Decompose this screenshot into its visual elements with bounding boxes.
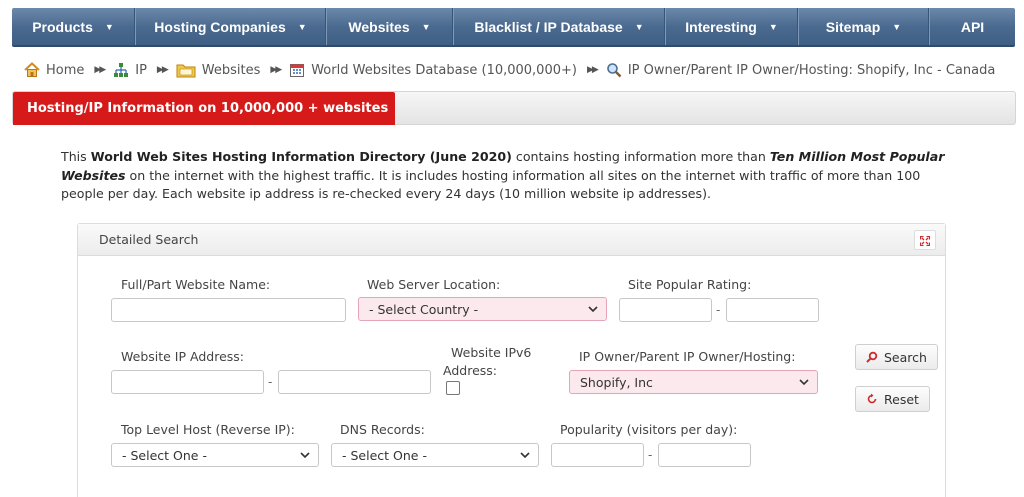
detailed-search-header: Detailed Search (78, 224, 945, 256)
breadcrumb-current: IP Owner/Parent IP Owner/Hosting: Shopif… (606, 62, 996, 78)
chevron-down-icon (588, 306, 598, 313)
website-name-label: Full/Part Website Name: (121, 277, 271, 292)
search-button-label: Search (884, 349, 927, 365)
range-dash: - (268, 375, 273, 389)
main-navigation: Products ▼ Hosting Companies ▼ Websites ▼ Blac… (12, 8, 1015, 47)
breadcrumb-separator: ▶▶ (586, 65, 599, 75)
nav-item-label: Websites (348, 18, 410, 35)
expand-panel-button[interactable] (914, 230, 936, 250)
breadcrumb-separator: ▶▶ (94, 65, 106, 75)
panel-title: Detailed Search (99, 232, 199, 247)
expand-icon (919, 231, 931, 250)
caret-down-icon: ▼ (297, 21, 307, 32)
chevron-down-icon (520, 452, 530, 459)
nav-item-sitemap[interactable]: Sitemap ▼ (798, 8, 929, 45)
ipv6-label-line2: Address: (443, 363, 497, 378)
range-dash: - (648, 448, 653, 462)
popular-rating-label: Site Popular Rating: (628, 277, 752, 292)
dns-records-select[interactable]: - Select One - (331, 443, 539, 467)
nav-item-label: Products (32, 18, 93, 35)
popularity-to-input[interactable] (658, 443, 751, 467)
nav-item-label: Interesting (685, 18, 757, 35)
server-location-value: - Select Country - (369, 301, 479, 317)
reset-icon (866, 393, 878, 405)
popularity-label: Popularity (visitors per day): (560, 422, 738, 437)
calendar-icon (289, 62, 305, 78)
caret-down-icon: ▼ (768, 21, 778, 32)
breadcrumb: Home ▶▶ IP ▶▶ Websites ▶▶ World Websites… (24, 60, 995, 80)
breadcrumb-home-label: Home (46, 62, 85, 78)
nav-item-label: Hosting Companies (154, 18, 286, 35)
top-level-host-select[interactable]: - Select One - (111, 443, 319, 467)
breadcrumb-websites[interactable]: Websites (176, 62, 261, 78)
website-name-input[interactable] (111, 298, 346, 322)
tab-bar: Hosting/IP Information on 10,000,000 + w… (12, 91, 1016, 125)
reset-button-label: Reset (884, 391, 919, 407)
popularity-from-input[interactable] (551, 443, 644, 467)
home-icon (24, 62, 40, 78)
ip-from-input[interactable] (111, 370, 264, 394)
breadcrumb-websites-label: Websites (201, 62, 261, 78)
breadcrumb-database-label: World Websites Database (10,000,000+) (311, 62, 577, 78)
ip-to-input[interactable] (278, 370, 431, 394)
breadcrumb-current-label: IP Owner/Parent IP Owner/Hosting: Shopif… (627, 62, 996, 78)
nav-item-label: Blacklist / IP Database (474, 18, 623, 35)
magnifier-icon (606, 62, 622, 78)
dns-records-value: - Select One - (342, 447, 427, 463)
intro-part: This (61, 149, 91, 164)
nav-item-blacklist-ip-database[interactable]: Blacklist / IP Database ▼ (453, 8, 665, 45)
search-icon (866, 351, 878, 363)
dns-records-label: DNS Records: (340, 422, 425, 437)
ip-owner-label: IP Owner/Parent IP Owner/Hosting: (579, 349, 796, 364)
intro-text: This World Web Sites Hosting Information… (61, 148, 956, 204)
breadcrumb-database[interactable]: World Websites Database (10,000,000+) (289, 62, 577, 78)
range-dash: - (716, 303, 721, 317)
network-icon (113, 62, 129, 78)
top-level-host-value: - Select One - (122, 447, 207, 463)
chevron-down-icon (300, 452, 310, 459)
ip-owner-select[interactable]: Shopify, Inc (569, 370, 818, 394)
caret-down-icon: ▼ (421, 21, 431, 32)
ipv6-label: Website IPv6 (451, 345, 532, 360)
breadcrumb-home[interactable]: Home (24, 62, 84, 78)
tab-hosting-information[interactable]: Hosting/IP Information on 10,000,000 + w… (13, 92, 395, 125)
breadcrumb-separator: ▶▶ (156, 65, 169, 75)
nav-item-interesting[interactable]: Interesting ▼ (665, 8, 798, 45)
popular-rating-from-input[interactable] (619, 298, 712, 322)
top-level-host-label: Top Level Host (Reverse IP): (121, 422, 295, 437)
popular-rating-to-input[interactable] (726, 298, 819, 322)
chevron-down-icon (799, 379, 809, 386)
breadcrumb-separator: ▶▶ (270, 65, 282, 75)
server-location-label: Web Server Location: (367, 277, 501, 292)
caret-down-icon: ▼ (892, 21, 902, 32)
caret-down-icon: ▼ (634, 21, 644, 32)
folder-icon (176, 62, 196, 78)
caret-down-icon: ▼ (104, 21, 114, 32)
search-button[interactable]: Search (855, 344, 938, 370)
server-location-select[interactable]: - Select Country - (358, 297, 607, 321)
breadcrumb-ip-label: IP (135, 62, 147, 78)
intro-part: on the internet with the highest traffic… (61, 167, 921, 202)
ip-owner-value: Shopify, Inc (580, 374, 653, 390)
nav-item-products[interactable]: Products ▼ (12, 8, 135, 45)
reset-button[interactable]: Reset (855, 386, 930, 412)
nav-item-hosting-companies[interactable]: Hosting Companies ▼ (135, 8, 326, 45)
nav-item-websites[interactable]: Websites ▼ (326, 8, 453, 45)
directory-title: World Web Sites Hosting Information Dire… (90, 149, 512, 164)
nav-item-label: API (960, 18, 985, 35)
breadcrumb-ip[interactable]: IP (113, 62, 147, 78)
ipv6-checkbox[interactable] (446, 381, 460, 395)
ip-address-label: Website IP Address: (121, 349, 244, 364)
nav-item-label: Sitemap (825, 18, 881, 35)
nav-item-api[interactable]: API (929, 8, 1015, 45)
intro-part: contains hosting information more than (511, 149, 770, 164)
